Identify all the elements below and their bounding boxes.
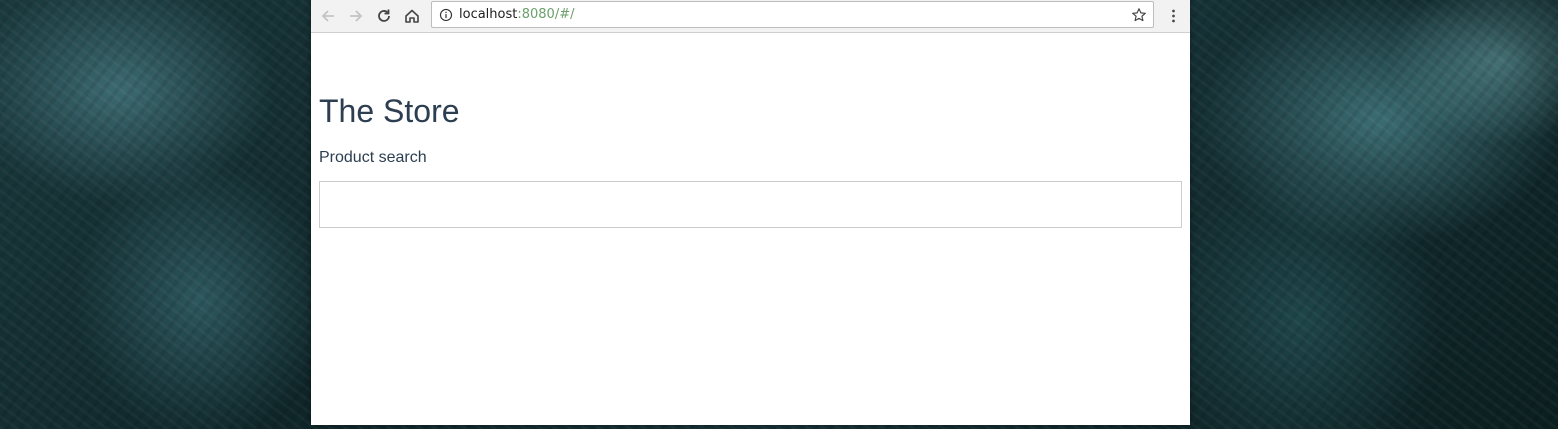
forward-button[interactable]	[342, 2, 370, 30]
browser-toolbar: localhost:8080/#/	[311, 0, 1190, 33]
url-text: localhost:8080/#/	[459, 7, 574, 22]
search-label: Product search	[319, 149, 427, 166]
address-bar[interactable]: localhost:8080/#/	[431, 1, 1154, 28]
arrow-left-icon	[321, 10, 334, 22]
kebab-menu-icon	[1171, 9, 1175, 23]
reload-button[interactable]	[370, 2, 398, 30]
reload-icon	[378, 9, 390, 22]
page-title: The Store	[319, 93, 460, 129]
home-icon	[405, 9, 419, 23]
bookmark-star-icon[interactable]	[1129, 5, 1149, 25]
arrow-right-icon	[350, 10, 363, 22]
page-content: The Store Product search	[311, 33, 1190, 228]
url-port-path: :8080/#/	[517, 7, 575, 22]
url-host: localhost	[459, 7, 518, 22]
browser-window: localhost:8080/#/ The Store Product sear…	[311, 0, 1190, 425]
product-search-input[interactable]	[319, 181, 1182, 228]
browser-menu-button[interactable]	[1161, 3, 1185, 29]
back-button[interactable]	[314, 2, 342, 30]
home-button[interactable]	[398, 2, 426, 30]
info-icon[interactable]	[438, 7, 454, 23]
